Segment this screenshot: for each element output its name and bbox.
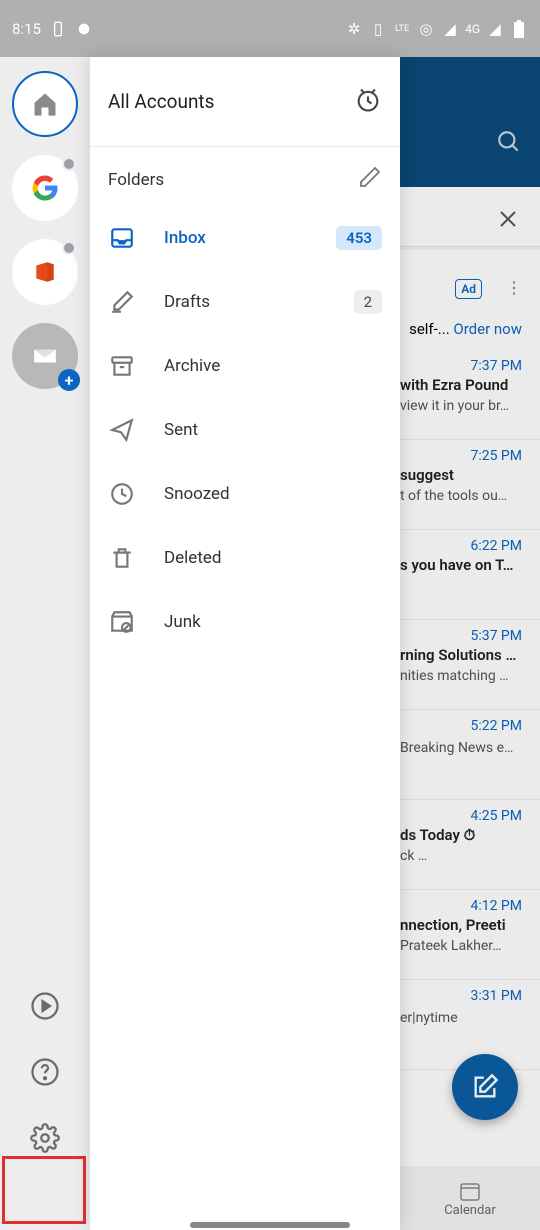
status-time: 8:15 (12, 20, 41, 38)
signal-icon: ◢ (441, 20, 459, 38)
email-preview: view it in your br… (400, 398, 528, 414)
home-account[interactable] (12, 71, 78, 137)
battery-icon (510, 20, 528, 38)
folder-list: Inbox 453 Drafts 2 Archive Sent (90, 206, 400, 654)
calendar-label: Calendar (444, 1203, 496, 1218)
folder-label: Junk (164, 612, 201, 632)
email-time: 7:37 PM (470, 358, 522, 374)
junk-icon (108, 608, 136, 636)
folder-deleted[interactable]: Deleted (90, 526, 400, 590)
drawer-title: All Accounts (108, 90, 214, 113)
archive-icon (108, 352, 136, 380)
edit-icon[interactable] (358, 165, 382, 194)
plus-icon: + (58, 369, 80, 391)
folder-junk[interactable]: Junk (90, 590, 400, 654)
compose-button[interactable] (452, 1054, 518, 1120)
status-dot (62, 241, 76, 255)
folder-archive[interactable]: Archive (90, 334, 400, 398)
snoozed-icon (108, 480, 136, 508)
play-button[interactable] (23, 984, 67, 1028)
phone-icon (49, 20, 67, 38)
help-button[interactable] (23, 1050, 67, 1094)
folder-drawer: All Accounts Folders Inbox 453 Drafts 2 (90, 57, 400, 1230)
settings-button[interactable] (23, 1116, 67, 1160)
folder-snoozed[interactable]: Snoozed (90, 462, 400, 526)
folder-sent[interactable]: Sent (90, 398, 400, 462)
folder-drafts[interactable]: Drafts 2 (90, 270, 400, 334)
calendar-tab[interactable]: Calendar (400, 1166, 540, 1230)
folders-label: Folders (108, 170, 164, 190)
email-subject: with Ezra Pound (400, 376, 528, 394)
google-account[interactable] (12, 155, 78, 221)
account-rail: + (0, 57, 90, 1230)
folder-label: Drafts (164, 292, 210, 312)
folder-label: Snoozed (164, 484, 230, 504)
search-button[interactable] (496, 129, 522, 159)
folder-label: Inbox (164, 228, 206, 248)
network-label: 4G (465, 22, 480, 36)
ad-menu-icon[interactable]: ⋮ (506, 278, 522, 297)
add-account[interactable]: + (12, 323, 78, 389)
clock-icon[interactable] (354, 86, 382, 118)
order-link[interactable]: Order now (453, 320, 522, 338)
sync-icon (75, 20, 93, 38)
folder-label: Deleted (164, 548, 221, 568)
ad-badge: Ad (455, 278, 482, 297)
folder-inbox[interactable]: Inbox 453 (90, 206, 400, 270)
highlight-box (2, 1156, 86, 1224)
folder-label: Archive (164, 356, 220, 376)
vibrate-icon: ▯ (369, 20, 387, 38)
drafts-icon (108, 288, 136, 316)
status-dot (62, 157, 76, 171)
home-indicator (190, 1222, 350, 1228)
lte-icon: LTE (393, 20, 411, 38)
close-icon[interactable] (496, 207, 520, 235)
trash-icon (108, 544, 136, 572)
folder-label: Sent (164, 420, 198, 440)
sent-icon (108, 416, 136, 444)
ad-text-row[interactable]: self-... Order now (409, 320, 522, 338)
bluetooth-icon: ✲ (345, 20, 363, 38)
status-bar: 8:15 ✲ ▯ LTE ◎ ◢ 4G ◢ (0, 0, 540, 57)
office-account[interactable] (12, 239, 78, 305)
hotspot-icon: ◎ (417, 20, 435, 38)
inbox-icon (108, 224, 136, 252)
inbox-count: 453 (336, 226, 382, 250)
drafts-count: 2 (354, 290, 382, 314)
signal2-icon: ◢ (486, 20, 504, 38)
